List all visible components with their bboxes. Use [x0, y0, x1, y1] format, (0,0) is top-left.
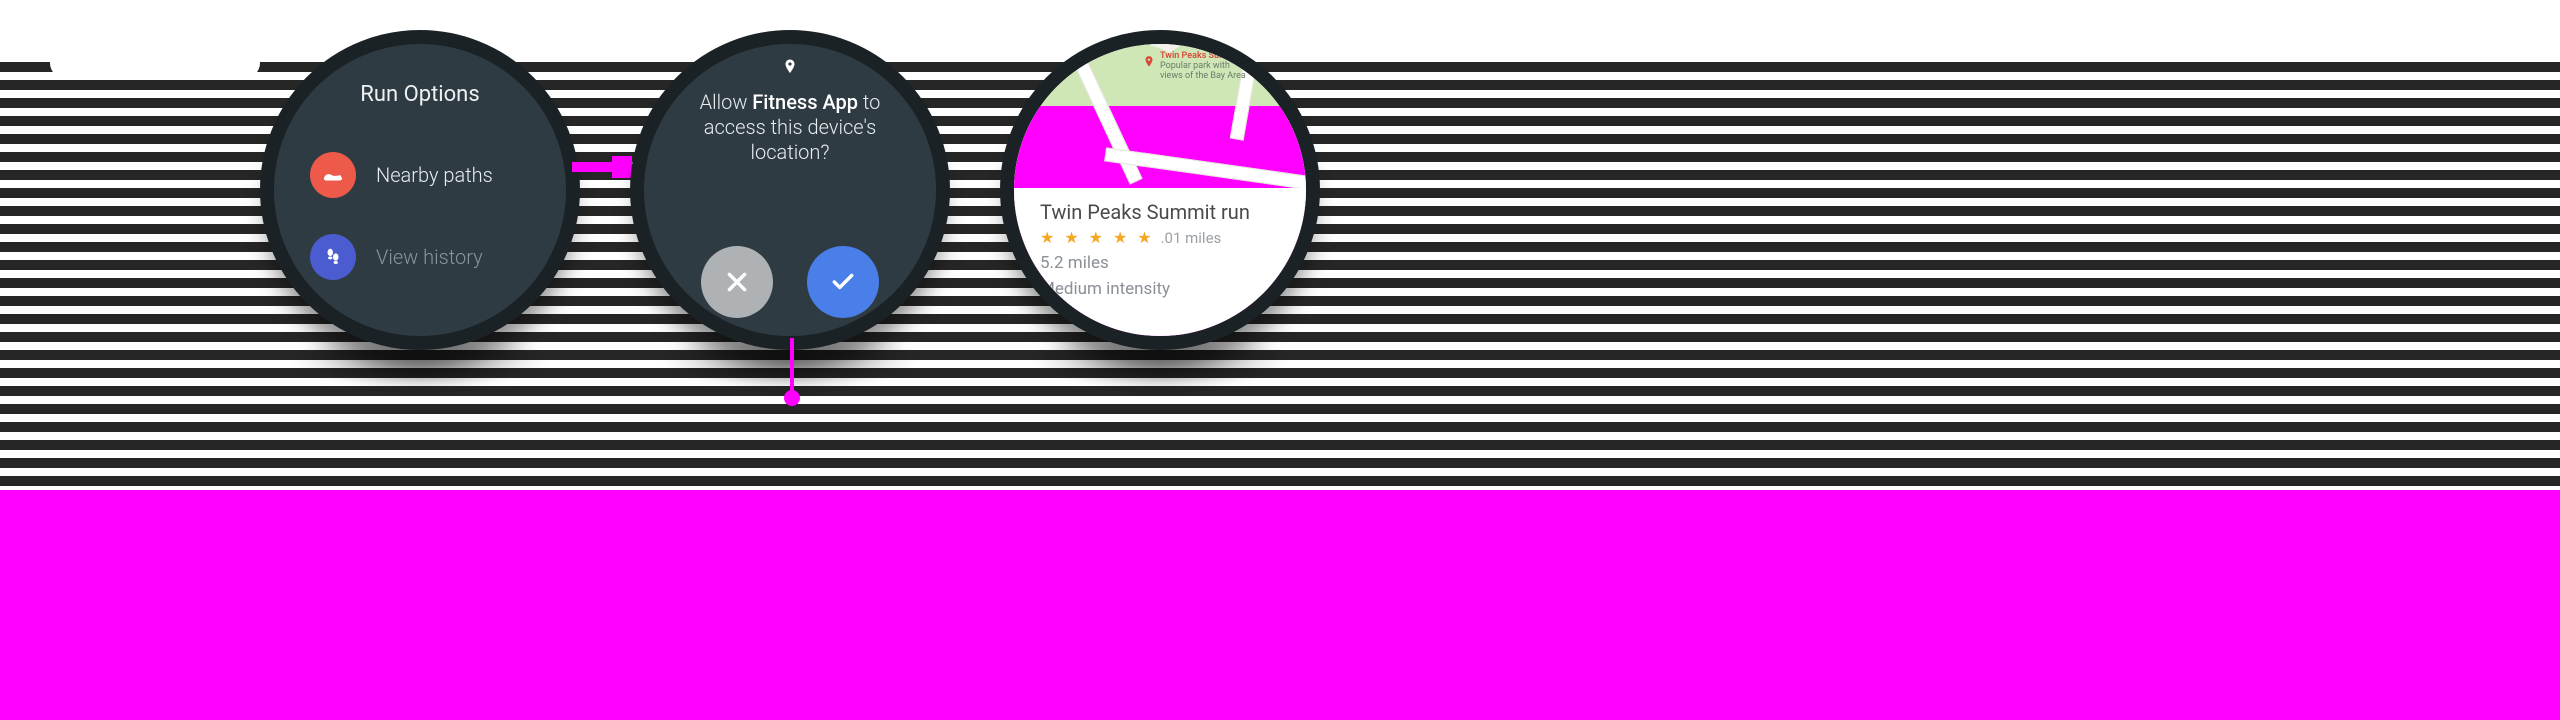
- card-title: Twin Peaks Summit run: [1040, 200, 1280, 224]
- shoe-icon: [310, 152, 356, 198]
- check-icon: [830, 269, 856, 295]
- deny-button[interactable]: [701, 246, 773, 318]
- map-pin-icon: [1142, 52, 1156, 72]
- map-marker[interactable]: Twin Peaks Summit Popular park with view…: [1142, 52, 1246, 82]
- watch-run-options: Run Options Nearby paths View history: [260, 30, 580, 350]
- card-distance-small: .01 miles: [1161, 229, 1222, 247]
- card-line-distance: 5.2 miles: [1040, 253, 1280, 273]
- watch-map-result: Twin Peaks Summit Popular park with view…: [1000, 30, 1320, 350]
- menu-item-label: Nearby paths: [376, 163, 493, 187]
- card-line-intensity: Medium intensity: [1040, 279, 1280, 299]
- flow-callout: [790, 338, 794, 394]
- decorative-blob: [50, 48, 260, 78]
- watch-row: Run Options Nearby paths View history Al…: [260, 30, 1360, 500]
- allow-button[interactable]: [807, 246, 879, 318]
- map-view[interactable]: Twin Peaks Summit Popular park with view…: [1014, 44, 1306, 336]
- star-rating: ★ ★ ★ ★ ★: [1040, 228, 1155, 247]
- menu-item-view-history[interactable]: View history: [310, 234, 546, 280]
- watch-permission-dialog: Allow Fitness App to access this device'…: [630, 30, 950, 350]
- footsteps-icon: [310, 234, 356, 280]
- close-icon: [724, 269, 750, 295]
- marker-subtitle: views of the Bay Area: [1160, 72, 1246, 82]
- permission-message: Allow Fitness App to access this device'…: [670, 90, 910, 165]
- permission-app-name: Fitness App: [752, 90, 858, 114]
- location-pin-icon: [644, 56, 936, 82]
- permission-buttons: [644, 246, 936, 318]
- card-rating-row: ★ ★ ★ ★ ★ .01 miles: [1040, 228, 1280, 247]
- map-marker-label: Twin Peaks Summit Popular park with view…: [1160, 52, 1246, 82]
- menu-item-nearby-paths[interactable]: Nearby paths: [310, 152, 546, 198]
- screen-title: Run Options: [274, 82, 566, 107]
- flow-arrow: [572, 156, 632, 178]
- result-card[interactable]: Twin Peaks Summit run ★ ★ ★ ★ ★ .01 mile…: [1014, 188, 1306, 336]
- menu-item-label: View history: [376, 245, 483, 269]
- permission-text-pre: Allow: [700, 90, 753, 114]
